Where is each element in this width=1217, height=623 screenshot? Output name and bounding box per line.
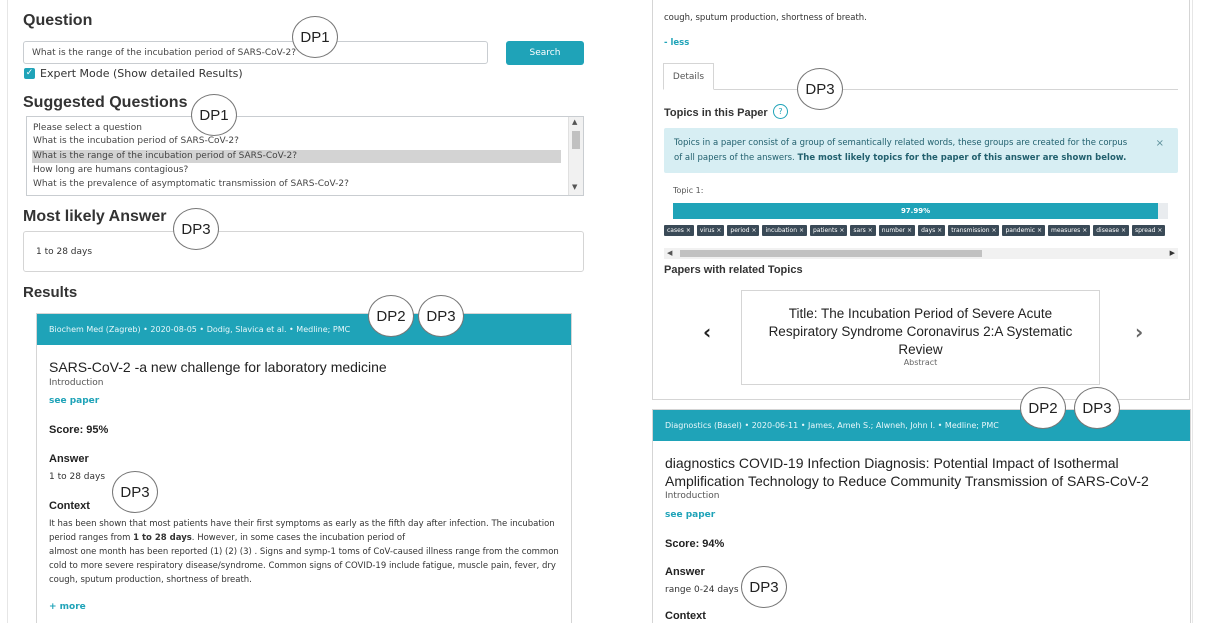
less-link[interactable]: - less [664,38,689,48]
suggested-questions-listbox[interactable]: Please select a question What is the inc… [26,116,584,196]
scroll-thumb[interactable] [572,131,580,149]
topic-progress-fill: 97.99% [673,203,1159,219]
page-right-border [1192,0,1193,623]
topic-tag: cases × [664,225,694,236]
suggested-option-selected[interactable]: What is the range of the incubation peri… [32,150,561,163]
dp3-badge: DP3 [418,295,464,337]
expert-mode-checkbox-row[interactable]: ✓ Expert Mode (Show detailed Results) [24,67,243,80]
tab-divider [714,89,1178,90]
topic-tag: disease × [1093,225,1129,236]
carousel-prev-icon[interactable]: ‹ [703,320,711,344]
help-icon[interactable]: ? [773,104,788,119]
result-card-header: Biochem Med (Zagreb) • 2020-08-05 • Dodi… [37,314,571,345]
related-paper-card[interactable]: Title: The Incubation Period of Severe A… [741,290,1100,385]
scroll-left-icon[interactable]: ◀ [667,249,672,257]
more-link[interactable]: + more [49,602,86,612]
result-score: Score: 94% [665,538,725,550]
tab-details[interactable]: Details [663,63,714,90]
listbox-scrollbar[interactable]: ▲ ▼ [568,117,583,195]
answer-label: Answer [665,566,705,578]
dp2-badge: DP2 [1020,387,1066,429]
topic-label: Topic 1: [673,186,704,195]
most-likely-answer-box: 1 to 28 days [23,231,584,272]
suggested-questions-heading: Suggested Questions [23,94,188,111]
dp3-badge: DP3 [173,208,219,250]
dp3-badge: DP3 [741,566,787,608]
dp1-badge: DP1 [292,16,338,58]
suggested-option[interactable]: How long are humans contagious? [32,164,561,177]
carousel-next-icon[interactable]: › [1135,320,1143,344]
dp1-badge: DP1 [191,94,237,136]
topic-tags: cases × virus × period × incubation × patien… [664,225,1178,238]
related-paper-subtitle: Abstract [903,358,938,367]
results-heading: Results [23,284,78,301]
answer-label: Answer [49,453,89,465]
topic-tag: measures × [1048,225,1091,236]
question-input[interactable] [23,41,488,64]
close-icon[interactable]: × [1156,136,1164,151]
topics-info-alert: Topics in a paper consist of a group of … [664,128,1178,173]
dp3-badge: DP3 [112,471,158,513]
dp3-badge: DP3 [797,68,843,110]
suggested-option[interactable]: Please select a question [32,122,561,135]
result-card: Diagnostics (Basel) • 2020-06-11 • James… [652,409,1191,623]
related-papers-heading: Papers with related Topics [664,264,803,276]
most-likely-answer-heading: Most likely Answer [23,208,167,225]
result-card-section: Introduction [665,491,720,501]
see-paper-link[interactable]: see paper [665,510,715,520]
search-button[interactable]: Search [506,41,584,65]
suggested-option[interactable]: What is the incubation period of SARS-Co… [32,135,561,148]
horizontal-scrollbar[interactable]: ◀ ▶ [664,248,1178,259]
topic-tag: virus × [696,225,725,236]
context-text: It has been shown that most patients hav… [49,519,559,585]
result-card-section: Introduction [49,378,104,388]
topic-tag: sars × [850,225,876,236]
page-left-border [7,0,8,623]
scroll-down-icon[interactable]: ▼ [572,183,577,191]
topic-tag: incubation × [762,225,807,236]
dp2-badge: DP2 [368,295,414,337]
related-paper-title: Title: The Incubation Period of Severe A… [768,306,1073,357]
see-paper-link[interactable]: see paper [49,396,99,406]
question-heading: Question [23,12,93,29]
suggested-option[interactable]: What is the prevalence of asymptomatic t… [32,178,561,191]
scroll-thumb[interactable] [680,250,982,257]
topic-tag: patients × [809,225,848,236]
context-label: Context [49,500,90,512]
context-label: Context [665,610,706,622]
scroll-up-icon[interactable]: ▲ [572,118,577,126]
expert-mode-label: Expert Mode (Show detailed Results) [40,67,243,80]
topic-tag: number × [878,225,916,236]
topic-tag: spread × [1131,225,1166,236]
topic-tag: days × [918,225,946,236]
result-card-title: SARS-CoV-2 -a new challenge for laborato… [49,359,387,375]
scroll-right-icon[interactable]: ▶ [1170,249,1175,257]
context-text-tail: cough, sputum production, shortness of b… [664,13,867,23]
topic-tag: pandemic × [1002,225,1046,236]
result-card-title: diagnostics COVID-19 Infection Diagnosis… [665,455,1149,489]
topic-progress-bar: 97.99% [673,203,1168,219]
answer-value: 1 to 28 days [49,472,106,482]
topics-heading: Topics in this Paper [664,107,768,119]
result-card: Biochem Med (Zagreb) • 2020-08-05 • Dodi… [36,313,572,623]
topic-tag: period × [727,225,760,236]
answer-value: range 0-24 days [665,585,739,595]
checkbox-checked-icon[interactable]: ✓ [24,68,35,79]
result-score: Score: 95% [49,424,109,436]
dp3-badge: DP3 [1074,387,1120,429]
topic-tag: transmission × [948,225,1000,236]
